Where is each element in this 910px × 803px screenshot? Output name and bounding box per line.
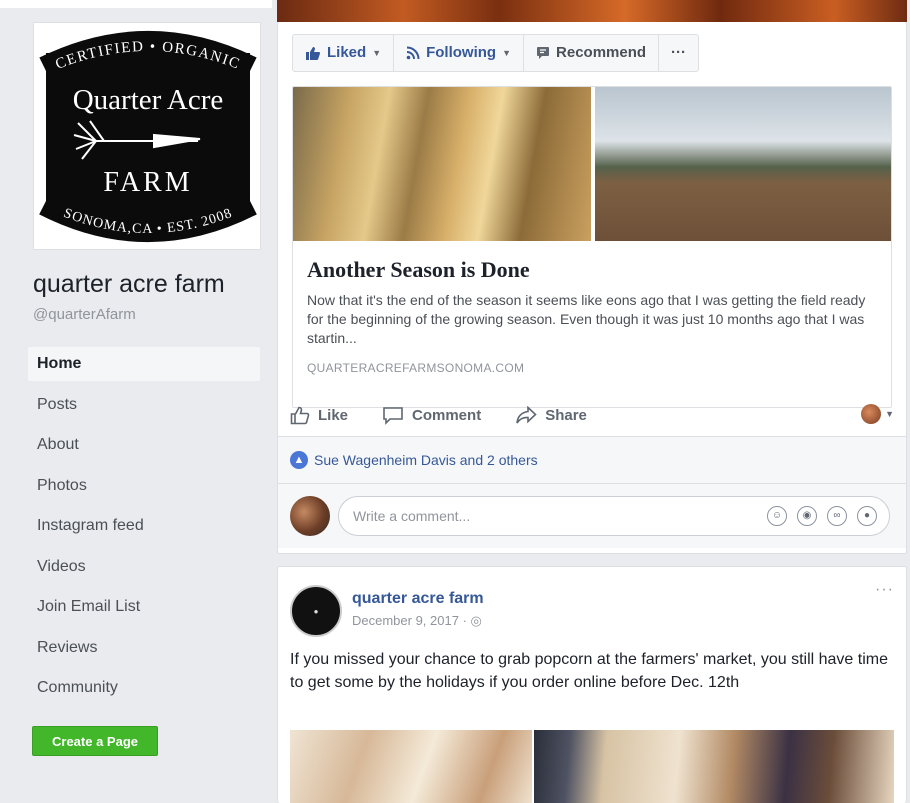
post-card: Liked ▼ Following ▼ Recommend ··· Anothe… [277, 22, 907, 554]
nav-item-community[interactable]: Community [28, 671, 260, 712]
share-label: Share [545, 406, 587, 424]
post-timestamp[interactable]: December 9, 2017 · ◎ [352, 613, 482, 629]
likes-summary[interactable]: ▲ Sue Wagenheim Davis and 2 others [278, 436, 906, 484]
post-author[interactable]: quarter acre farm [352, 590, 484, 608]
thumbs-up-icon [306, 46, 320, 60]
link-image-field [595, 87, 891, 241]
camera-icon[interactable]: ◉ [797, 506, 817, 526]
page-action-bar: Liked ▼ Following ▼ Recommend ··· [292, 34, 700, 72]
like-reaction-icon: ▲ [290, 451, 308, 469]
sticker-icon[interactable]: ● [857, 506, 877, 526]
comment-button[interactable]: Comment [382, 406, 481, 425]
nav-item-instagram-feed[interactable]: Instagram feed [28, 509, 260, 550]
comment-composer: Write a comment... ☺ ◉ ∞ ● [278, 484, 906, 548]
logo-line1: Quarter Acre [73, 84, 224, 116]
gif-icon[interactable]: ∞ [827, 506, 847, 526]
comment-tools: ☺ ◉ ∞ ● [767, 506, 877, 526]
thumbs-up-outline-icon [290, 406, 310, 424]
nav-item-reviews[interactable]: Reviews [28, 631, 260, 672]
post-photo-1[interactable] [290, 730, 532, 803]
emoji-icon[interactable]: ☺ [767, 506, 787, 526]
reaction-avatar-selector[interactable]: ▼ [861, 404, 894, 424]
post-photo-2[interactable] [534, 730, 894, 803]
page-profile-logo[interactable]: CERTIFIED • ORGANIC Quarter Acre FARM SO… [33, 22, 261, 250]
following-label: Following [426, 44, 497, 61]
liked-button[interactable]: Liked ▼ [293, 35, 395, 71]
chevron-down-icon: ▼ [502, 48, 512, 58]
comment-input[interactable]: Write a comment... ☺ ◉ ∞ ● [338, 496, 890, 536]
link-domain: QUARTERACREFARMSONOMA.COM [307, 361, 525, 375]
recommend-label: Recommend [556, 44, 647, 61]
share-icon [516, 405, 537, 423]
link-preview[interactable]: Another Season is Done Now that it's the… [292, 86, 892, 408]
comment-label: Comment [412, 406, 482, 424]
page-nav: Home Posts About Photos Instagram feed V… [28, 347, 260, 712]
more-icon: ··· [671, 44, 687, 61]
cover-photo-strip[interactable] [277, 0, 910, 22]
post-card: ● quarter acre farm December 9, 2017 · ◎… [277, 566, 907, 803]
create-page-button[interactable]: Create a Page [32, 726, 158, 756]
left-sidebar: CERTIFIED • ORGANIC Quarter Acre FARM SO… [0, 0, 272, 803]
post-photo[interactable] [290, 730, 894, 803]
nav-item-posts[interactable]: Posts [28, 388, 260, 429]
page-handle: @quarterAfarm [33, 306, 136, 323]
post-text: If you missed your chance to grab popcor… [290, 651, 888, 691]
more-options-button[interactable]: ··· [659, 35, 698, 71]
nav-item-about[interactable]: About [28, 428, 260, 469]
likes-text[interactable]: Sue Wagenheim Davis and 2 others [314, 452, 538, 468]
farm-logo-graphic: CERTIFIED • ORGANIC Quarter Acre FARM SO… [39, 31, 257, 242]
comment-placeholder: Write a comment... [353, 508, 471, 524]
comment-icon [383, 406, 403, 425]
rss-icon [406, 46, 420, 60]
avatar [290, 496, 330, 536]
chevron-down-icon: ▼ [885, 409, 894, 419]
post-actions: Like Comment Share ▼ [290, 398, 894, 432]
share-button[interactable]: Share [515, 405, 587, 425]
nav-item-join-email-list[interactable]: Join Email List [28, 590, 260, 631]
recommend-icon [537, 47, 550, 59]
like-button[interactable]: Like [290, 406, 348, 425]
nav-item-videos[interactable]: Videos [28, 550, 260, 591]
post-options-icon[interactable]: ··· [875, 581, 894, 599]
nav-item-photos[interactable]: Photos [28, 469, 260, 510]
sidebar-top-strip [0, 0, 272, 8]
liked-label: Liked [327, 44, 367, 61]
following-button[interactable]: Following ▼ [394, 35, 525, 71]
link-title: Another Season is Done [307, 257, 530, 282]
page-title[interactable]: quarter acre farm [33, 270, 225, 299]
nav-item-home[interactable]: Home [28, 347, 260, 381]
avatar[interactable]: ● [290, 585, 342, 637]
like-label: Like [318, 406, 349, 424]
link-description: Now that it's the end of the season it s… [307, 292, 866, 346]
link-image-corn [293, 87, 591, 241]
logo-line2: FARM [103, 167, 192, 198]
avatar [861, 404, 882, 424]
recommend-button[interactable]: Recommend [524, 35, 660, 71]
chevron-down-icon: ▼ [372, 48, 382, 58]
